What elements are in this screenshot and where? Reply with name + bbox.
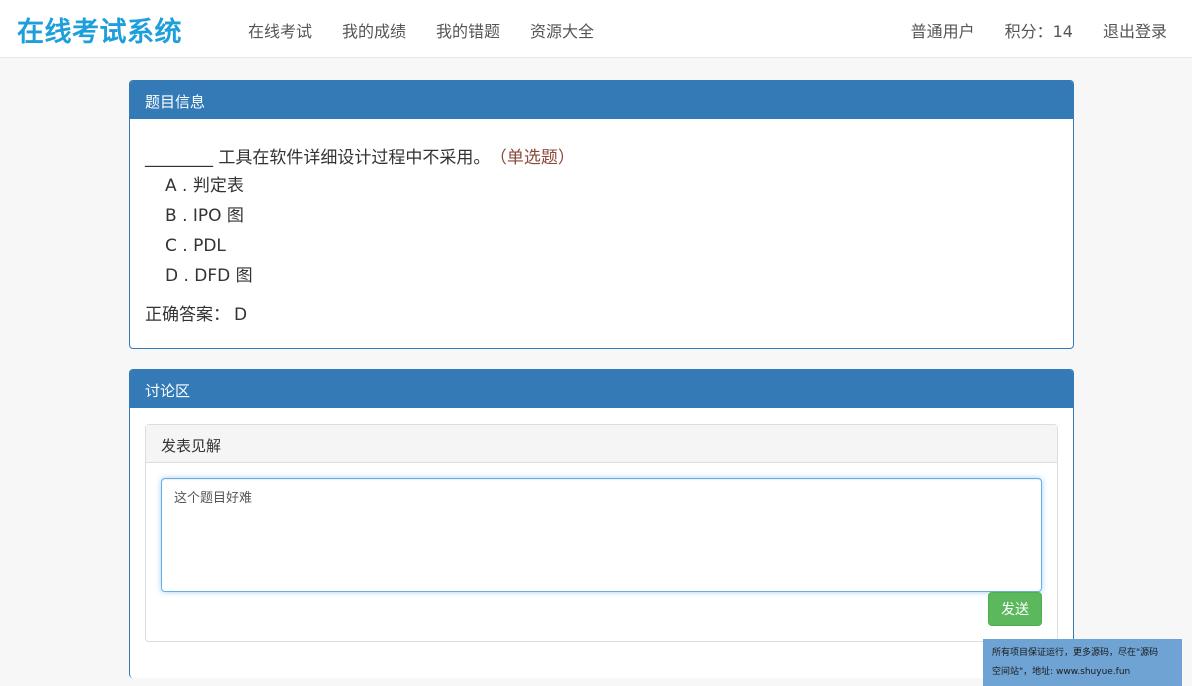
nav-online-exam[interactable]: 在线考试 xyxy=(248,18,312,42)
discussion-panel: 讨论区 发表见解 这个题目好难 发送 xyxy=(129,369,1074,678)
top-navbar: 在线考试系统 在线考试 我的成绩 我的错题 资源大全 普通用户 积分：14 退出… xyxy=(0,0,1192,58)
brand-logo[interactable]: 在线考试系统 xyxy=(17,10,182,49)
question-type: （单选题） xyxy=(498,148,575,168)
discussion-panel-title: 讨论区 xyxy=(130,370,1073,408)
question-text: ________ 工具在软件详细设计过程中不采用。 xyxy=(145,148,491,168)
correct-answer: 正确答案： D xyxy=(145,300,247,325)
watermark-banner: 所有项目保证运行，更多源码，尽在"源码 空间站"，地址: www.shuyue.… xyxy=(983,639,1182,686)
nav-my-scores[interactable]: 我的成绩 xyxy=(342,18,406,42)
question-info-panel: 题目信息 ________ 工具在软件详细设计过程中不采用。 （单选题） A . … xyxy=(129,80,1074,349)
user-role-link[interactable]: 普通用户 xyxy=(911,18,975,42)
watermark-line-1: 所有项目保证运行，更多源码，尽在"源码 xyxy=(992,648,1159,658)
main-nav: 在线考试 我的成绩 我的错题 资源大全 xyxy=(248,18,624,42)
option-d: D . DFD 图 xyxy=(165,266,253,286)
answer-value: D xyxy=(234,305,248,325)
points-label: 积分： xyxy=(1004,22,1053,41)
points-display: 积分：14 xyxy=(1005,18,1073,42)
options-list: A . 判定表 B . IPO 图 C . PDL D . DFD 图 xyxy=(165,175,253,295)
watermark-line-2: 空间站"，地址: www.shuyue.fun xyxy=(992,667,1131,677)
nav-my-mistakes[interactable]: 我的错题 xyxy=(436,18,500,42)
compose-comment-panel: 发表见解 这个题目好难 发送 xyxy=(145,424,1058,642)
question-text-row: ________ 工具在软件详细设计过程中不采用。 （单选题） xyxy=(145,143,575,168)
nav-resources[interactable]: 资源大全 xyxy=(530,18,594,42)
option-a: A . 判定表 xyxy=(165,176,244,196)
logout-link[interactable]: 退出登录 xyxy=(1103,18,1167,42)
answer-label: 正确答案： xyxy=(145,305,230,325)
compose-title: 发表见解 xyxy=(146,425,1057,463)
option-c: C . PDL xyxy=(165,236,226,256)
comment-textarea[interactable]: 这个题目好难 xyxy=(161,478,1042,592)
points-value: 14 xyxy=(1052,22,1073,41)
user-nav: 普通用户 积分：14 退出登录 xyxy=(881,18,1167,42)
question-panel-title: 题目信息 xyxy=(130,81,1073,119)
send-button[interactable]: 发送 xyxy=(988,592,1042,626)
option-b: B . IPO 图 xyxy=(165,206,244,226)
